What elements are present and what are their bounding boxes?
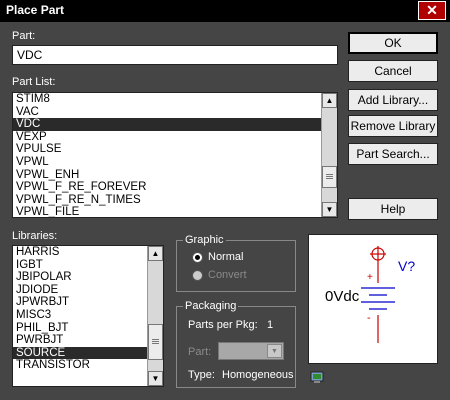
scroll-down-icon[interactable]: ▼ [148,371,163,386]
list-item[interactable]: TRANSISTOR [13,359,147,372]
scroll-down-icon[interactable]: ▼ [322,202,337,217]
list-item[interactable]: VPWL_F_RE_FOREVER [13,181,321,194]
part-input[interactable]: VDC [12,45,338,65]
part-list-items: STIM8 VAC VDC VEXP VPULSE VPWL VPWL_ENH VPWL_F_… [13,93,321,217]
libraries-list[interactable]: HARRIS IGBT JBIPOLAR JDIODE JPWRBJT MISC3 PHIL… [12,245,164,387]
part-select-label: Part: [188,346,212,358]
help-button[interactable]: Help [348,198,438,220]
list-item[interactable]: VPULSE [13,143,321,156]
list-item[interactable]: VPWL_ENH [13,169,321,182]
part-select: ▼ [218,342,284,360]
parts-per-pkg-value: 1 [267,319,274,331]
part-value-text: 0Vdc [325,288,360,305]
libraries-list-items: HARRIS IGBT JBIPOLAR JDIODE JPWRBJT MISC3 PHIL… [13,246,147,386]
window-title: Place Part [6,3,65,17]
list-item[interactable]: VEXP [13,131,321,144]
list-item[interactable]: JDIODE [13,284,147,297]
scroll-thumb[interactable] [148,324,163,360]
part-list-label: Part List: [12,76,56,88]
list-item[interactable]: JPWRBJT [13,296,147,309]
list-item[interactable]: IGBT [13,259,147,272]
chevron-down-icon: ▼ [267,344,282,358]
add-library-button[interactable]: Add Library... [348,89,438,111]
list-item[interactable]: VPWL [13,156,321,169]
list-item[interactable]: SOURCE [13,346,147,360]
minus-sign: - [367,312,371,324]
vdc-symbol-icon: + - V? 0Vdc [325,246,415,343]
graphic-group: Graphic [176,234,296,292]
normal-radio-label: Normal [208,251,244,263]
type-value: Homogeneous [222,369,294,381]
part-search-button[interactable]: Part Search... [348,143,438,165]
scroll-up-icon[interactable]: ▲ [148,246,163,261]
libraries-label: Libraries: [12,230,58,242]
list-item[interactable]: VPWL_F_RE_N_TIMES [13,194,321,207]
convert-radio [192,270,203,281]
reference-designator: V? [398,258,415,274]
cancel-button[interactable]: Cancel [348,60,438,82]
list-item[interactable]: STIM8 [13,93,321,106]
list-item[interactable]: PHIL_BJT [13,322,147,335]
list-item[interactable]: VAC [13,106,321,119]
list-item[interactable]: VPWL_FILE [13,206,321,217]
title-bar: Place Part [0,0,450,22]
parts-per-pkg-label: Parts per Pkg: [188,319,258,331]
convert-radio-label: Convert [208,269,247,281]
place-part-dialog: Place Part Part: VDC Part List: STIM8VAC… [0,0,450,400]
normal-radio[interactable] [192,252,203,263]
scroll-thumb[interactable] [322,166,337,188]
packaging-group-title: Packaging [183,300,239,312]
part-preview-icon[interactable] [310,370,324,384]
close-button[interactable] [418,1,446,20]
libraries-scrollbar[interactable]: ▲ ▼ [147,246,163,386]
list-item[interactable]: JBIPOLAR [13,271,147,284]
ok-button[interactable]: OK [348,32,438,54]
plus-sign: + [367,272,373,283]
list-item[interactable]: HARRIS [13,246,147,259]
list-item[interactable]: MISC3 [13,309,147,322]
part-list[interactable]: STIM8 VAC VDC VEXP VPULSE VPWL VPWL_ENH VPWL_F_… [12,92,338,218]
part-list-scrollbar[interactable]: ▲ ▼ [321,93,337,217]
remove-library-button[interactable]: Remove Library [348,115,438,137]
graphic-group-title: Graphic [183,234,226,246]
list-item[interactable]: VDC [13,118,321,131]
part-label: Part: [12,30,36,42]
list-item[interactable]: PWRBJT [13,334,147,347]
scroll-up-icon[interactable]: ▲ [322,93,337,108]
part-preview: + - V? 0Vdc [308,234,438,364]
type-label: Type: [188,369,215,381]
